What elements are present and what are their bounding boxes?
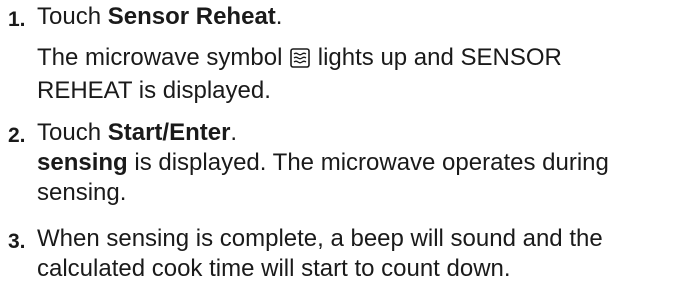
button-name-sensor-reheat: Sensor Reheat xyxy=(107,3,276,30)
step-3: 3. When sensing is complete, a beep will… xyxy=(8,224,699,284)
display-text-sensing: sensing xyxy=(37,149,128,176)
step-text-continued: calculated cook time will start to count… xyxy=(37,255,511,282)
instruction-suffix: . xyxy=(275,3,283,30)
step-detail-continued: REHEAT is displayed. xyxy=(37,77,271,104)
detail-text: lights up and SENSOR xyxy=(311,44,562,71)
button-name-start-enter: Start/Enter xyxy=(107,119,231,146)
step-text: When sensing is complete, a beep will so… xyxy=(37,225,603,252)
step-detail-continued: sensing. xyxy=(37,179,127,206)
instruction-suffix: . xyxy=(230,119,238,146)
step-instruction: Touch Start/Enter. xyxy=(37,118,699,148)
detail-text: is displayed. The microwave operates dur… xyxy=(127,149,609,176)
instruction-prefix: Touch xyxy=(37,3,108,30)
step-detail: The microwave symbol lights up and SENSO… xyxy=(37,43,699,76)
step-number: 1. xyxy=(8,8,26,31)
step-number: 3. xyxy=(8,230,26,253)
step-detail: sensing is displayed. The microwave oper… xyxy=(37,148,699,178)
step-1: 1. Touch Sensor Reheat. The microwave sy… xyxy=(8,2,699,106)
instruction-prefix: Touch xyxy=(37,119,108,146)
step-instruction: Touch Sensor Reheat. xyxy=(37,2,699,32)
instruction-list: 1. Touch Sensor Reheat. The microwave sy… xyxy=(0,0,699,282)
step-2: 2. Touch Start/Enter. sensing is display… xyxy=(8,118,699,208)
detail-text: The microwave symbol xyxy=(37,44,290,71)
step-number: 2. xyxy=(8,124,26,147)
microwave-symbol-icon xyxy=(290,46,310,76)
